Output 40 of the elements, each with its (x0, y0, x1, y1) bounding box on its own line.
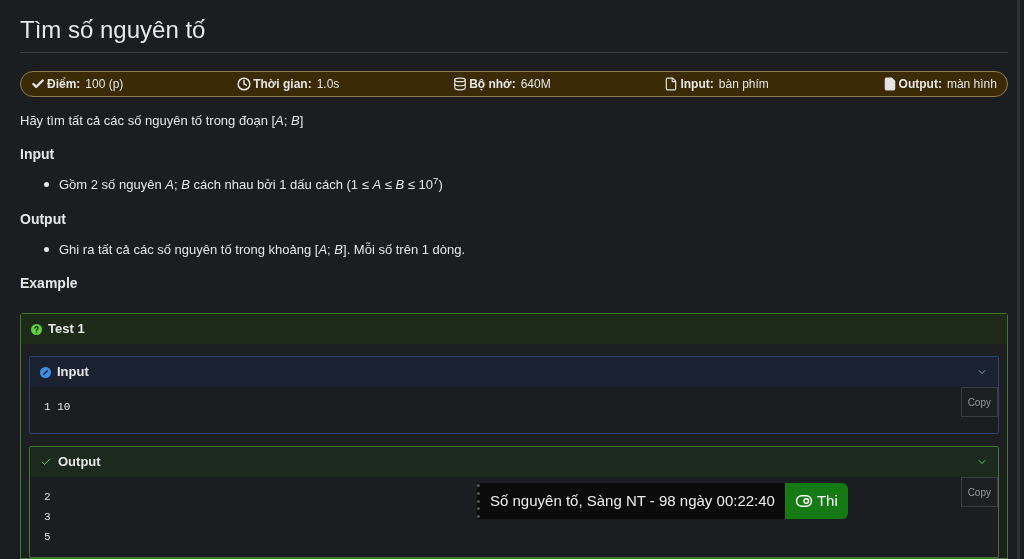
clock-icon (237, 76, 252, 91)
block-title: Output (58, 453, 101, 472)
section-heading: Output (20, 209, 67, 229)
bullet-text: Ghi ra tất cả các số nguyên tố trong khoảng [A; B]. Mỗi số trên 1 dòng. (59, 240, 466, 259)
info-label: Thời gian: (253, 75, 312, 93)
check-icon (31, 76, 45, 91)
pencil-icon (40, 366, 51, 378)
toggle-icon (794, 492, 813, 510)
info-label: Bộ nhớ: (469, 75, 516, 93)
code-line: 1 10 (44, 400, 71, 415)
bullet-icon (44, 182, 49, 188)
page-title: Tìm số nguyên tố (20, 0, 1008, 53)
info-value: bàn phím (718, 75, 769, 93)
memory-icon (453, 76, 468, 91)
info-value: 640M (520, 75, 551, 93)
section-heading: Example (20, 274, 79, 293)
section-heading: Input (20, 145, 56, 164)
copy-button[interactable]: Copy (960, 477, 998, 507)
drag-handle-icon[interactable] (477, 484, 480, 518)
info-label: Output: (898, 75, 942, 93)
test-title: Test 1 (48, 320, 85, 339)
info-value: màn hình (946, 75, 997, 93)
info-label: Điểm: (47, 75, 81, 93)
bullet-icon (44, 246, 49, 252)
info-value: 1.0s (316, 75, 340, 93)
block-title: Input (57, 363, 89, 382)
code-line: 5 (44, 530, 51, 545)
check-icon (40, 456, 52, 468)
problem-statement: Hãy tìm tất cả các số nguyên tố trong đoạn [A; B] (20, 111, 305, 130)
file-icon (882, 76, 897, 91)
info-label: Input: (680, 75, 714, 93)
file-icon (664, 76, 679, 91)
bullet-text: Gồm 2 số nguyên A; B cách nhau bởi 1 dấu cách (1 ≤ A ≤ B ≤ 10$^{7}$) (59, 175, 443, 194)
code-line: 2 (44, 490, 51, 505)
contest-timer-text: Số nguyên tố, Sàng NT - 98 ngày 00:22:40 (489, 490, 776, 511)
toggle-button[interactable]: Thi (784, 483, 848, 519)
info-value: 100 (p) (85, 75, 124, 93)
help-icon (31, 323, 42, 335)
copy-button[interactable]: Copy (960, 387, 998, 417)
code-line: 3 (44, 510, 51, 525)
